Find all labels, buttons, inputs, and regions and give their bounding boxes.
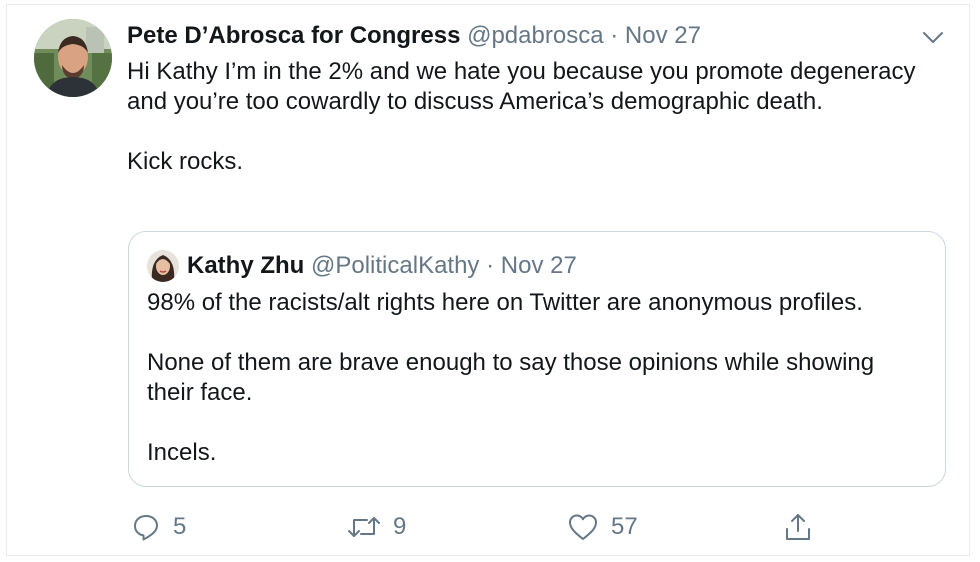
reply-count: 5 [173, 513, 187, 540]
person-photo-icon [34, 19, 112, 97]
quoted-handle: @PoliticalKathy [311, 252, 480, 279]
retweet-button[interactable]: 9 [347, 509, 406, 545]
person-photo-icon [147, 250, 179, 282]
tweet-text-paragraph: Kick rocks. [127, 148, 244, 175]
separator-dot: · [486, 252, 495, 279]
reply-button[interactable]: 5 [131, 509, 186, 545]
quoted-text-paragraph: None of them are brave enough to say tho… [147, 349, 875, 406]
tweet-card: Pete D’Abrosca for Congress @pdabrosca ·… [6, 4, 970, 556]
separator-dot: · [610, 22, 619, 49]
quoted-header: Kathy Zhu @PoliticalKathy · Nov 27 [187, 249, 577, 283]
author-display-name[interactable]: Pete D’Abrosca for Congress [127, 22, 460, 49]
quoted-author-avatar [147, 250, 179, 282]
tweet-header: Pete D’Abrosca for Congress @pdabrosca ·… [127, 19, 701, 53]
quoted-text: 98% of the racists/alt rights here on Tw… [147, 288, 927, 468]
share-icon [786, 514, 810, 540]
tweet-date[interactable]: Nov 27 [625, 22, 701, 49]
quoted-date: Nov 27 [500, 252, 577, 279]
share-button[interactable] [783, 509, 813, 545]
like-button[interactable]: 57 [567, 509, 638, 545]
heart-icon [569, 514, 597, 540]
tweet-menu-button[interactable] [921, 27, 945, 47]
quoted-text-paragraph: 98% of the racists/alt rights here on Tw… [147, 289, 863, 316]
quoted-text-paragraph: Incels. [147, 439, 217, 466]
tweet-actions: 5 9 57 [127, 509, 827, 545]
author-avatar[interactable] [34, 19, 112, 97]
quoted-display-name: Kathy Zhu [187, 252, 305, 279]
retweet-count: 9 [393, 513, 407, 540]
chevron-down-icon [923, 32, 943, 43]
like-count: 57 [611, 513, 638, 540]
retweet-icon [348, 517, 380, 537]
tweet-text-paragraph: Hi Kathy I’m in the 2% and we hate you b… [127, 58, 916, 115]
author-handle[interactable]: @pdabrosca [467, 22, 603, 49]
reply-icon [134, 515, 158, 541]
quoted-tweet[interactable]: Kathy Zhu @PoliticalKathy · Nov 27 98% o… [128, 231, 946, 487]
tweet-text: Hi Kathy I’m in the 2% and we hate you b… [127, 57, 947, 177]
